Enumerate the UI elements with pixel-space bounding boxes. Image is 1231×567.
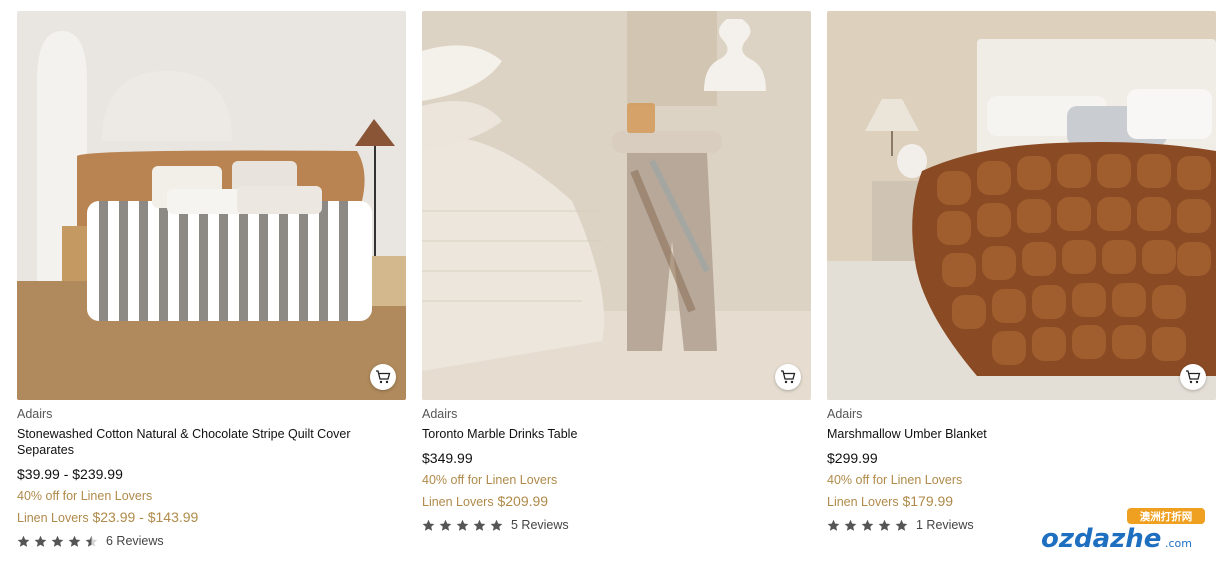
member-price-value: $179.99	[902, 493, 954, 509]
product-title-line[interactable]: Marshmallow Umber Blanket	[827, 426, 1216, 442]
rating-row[interactable]: 6 Reviews	[17, 534, 406, 548]
star-rating	[422, 519, 503, 532]
watermark-suffix-text: .com	[1165, 537, 1192, 550]
star-icon	[895, 519, 908, 531]
star-icon	[844, 519, 857, 531]
watermark-top-text: 澳洲打折网	[1140, 510, 1193, 523]
rating-row[interactable]: 5 Reviews	[422, 518, 811, 532]
star-icon	[473, 519, 486, 531]
star-icon	[439, 519, 452, 531]
star-icon	[17, 535, 30, 547]
member-label: Linen Lovers	[422, 495, 494, 509]
add-to-cart-button[interactable]	[1180, 364, 1206, 390]
member-price-value: $23.99 - $143.99	[92, 509, 199, 525]
product-brand: Adairs	[17, 407, 53, 421]
add-to-cart-button[interactable]	[775, 364, 801, 390]
product-card: Adairs Stonewashed Cotton Natural & Choc…	[17, 11, 406, 548]
product-image-umber-blanket[interactable]	[827, 11, 1216, 400]
watermark-main-text: ozdazhe	[1041, 524, 1161, 553]
star-icon	[34, 535, 47, 547]
star-icon	[51, 535, 64, 547]
star-icon	[85, 535, 98, 547]
promo-text: 40% off for Linen Lovers	[17, 489, 153, 503]
watermark-logo: 澳洲打折网 ozdazhe .com	[1039, 507, 1209, 554]
star-icon	[878, 519, 891, 531]
review-count[interactable]: 6 Reviews	[106, 534, 164, 548]
product-brand: Adairs	[827, 407, 863, 421]
promo-text: 40% off for Linen Lovers	[827, 473, 963, 487]
member-price: Linen Lovers $23.99 - $143.99	[17, 509, 406, 526]
product-grid: Adairs Stonewashed Cotton Natural & Choc…	[17, 11, 1216, 548]
product-price: $299.99	[827, 450, 878, 466]
member-price: Linen Lovers $209.99	[422, 493, 811, 510]
product-card: Adairs Toronto Marble Drinks Table $349.…	[422, 11, 811, 548]
product-title[interactable]: Toronto Marble Drinks Table	[422, 426, 811, 442]
review-count[interactable]: 1 Reviews	[916, 518, 974, 532]
cart-icon	[1186, 370, 1201, 384]
product-title-line[interactable]: Toronto Marble Drinks Table	[422, 426, 811, 442]
star-icon	[422, 519, 435, 531]
member-label: Linen Lovers	[17, 511, 89, 525]
promo-text: 40% off for Linen Lovers	[422, 473, 558, 487]
product-title[interactable]: Stonewashed Cotton Natural & Chocolate S…	[17, 426, 406, 458]
product-image-quilt-cover[interactable]	[17, 11, 406, 400]
product-brand: Adairs	[422, 407, 458, 421]
star-rating	[827, 519, 908, 532]
product-title[interactable]: Marshmallow Umber Blanket	[827, 426, 1216, 442]
member-price-value: $209.99	[497, 493, 549, 509]
review-count[interactable]: 5 Reviews	[511, 518, 569, 532]
cart-icon	[781, 370, 796, 384]
product-price: $39.99 - $239.99	[17, 466, 123, 482]
product-price: $349.99	[422, 450, 473, 466]
cart-icon	[376, 370, 391, 384]
product-card: Adairs Marshmallow Umber Blanket $299.99…	[827, 11, 1216, 548]
add-to-cart-button[interactable]	[370, 364, 396, 390]
star-icon	[827, 519, 840, 531]
star-rating	[17, 535, 98, 548]
star-icon	[490, 519, 503, 531]
product-title-line[interactable]: Separates	[17, 442, 406, 458]
member-label: Linen Lovers	[827, 495, 899, 509]
star-icon	[861, 519, 874, 531]
star-icon	[68, 535, 81, 547]
product-title-line[interactable]: Stonewashed Cotton Natural & Chocolate S…	[17, 426, 406, 442]
product-image-marble-table[interactable]	[422, 11, 811, 400]
star-icon	[456, 519, 469, 531]
